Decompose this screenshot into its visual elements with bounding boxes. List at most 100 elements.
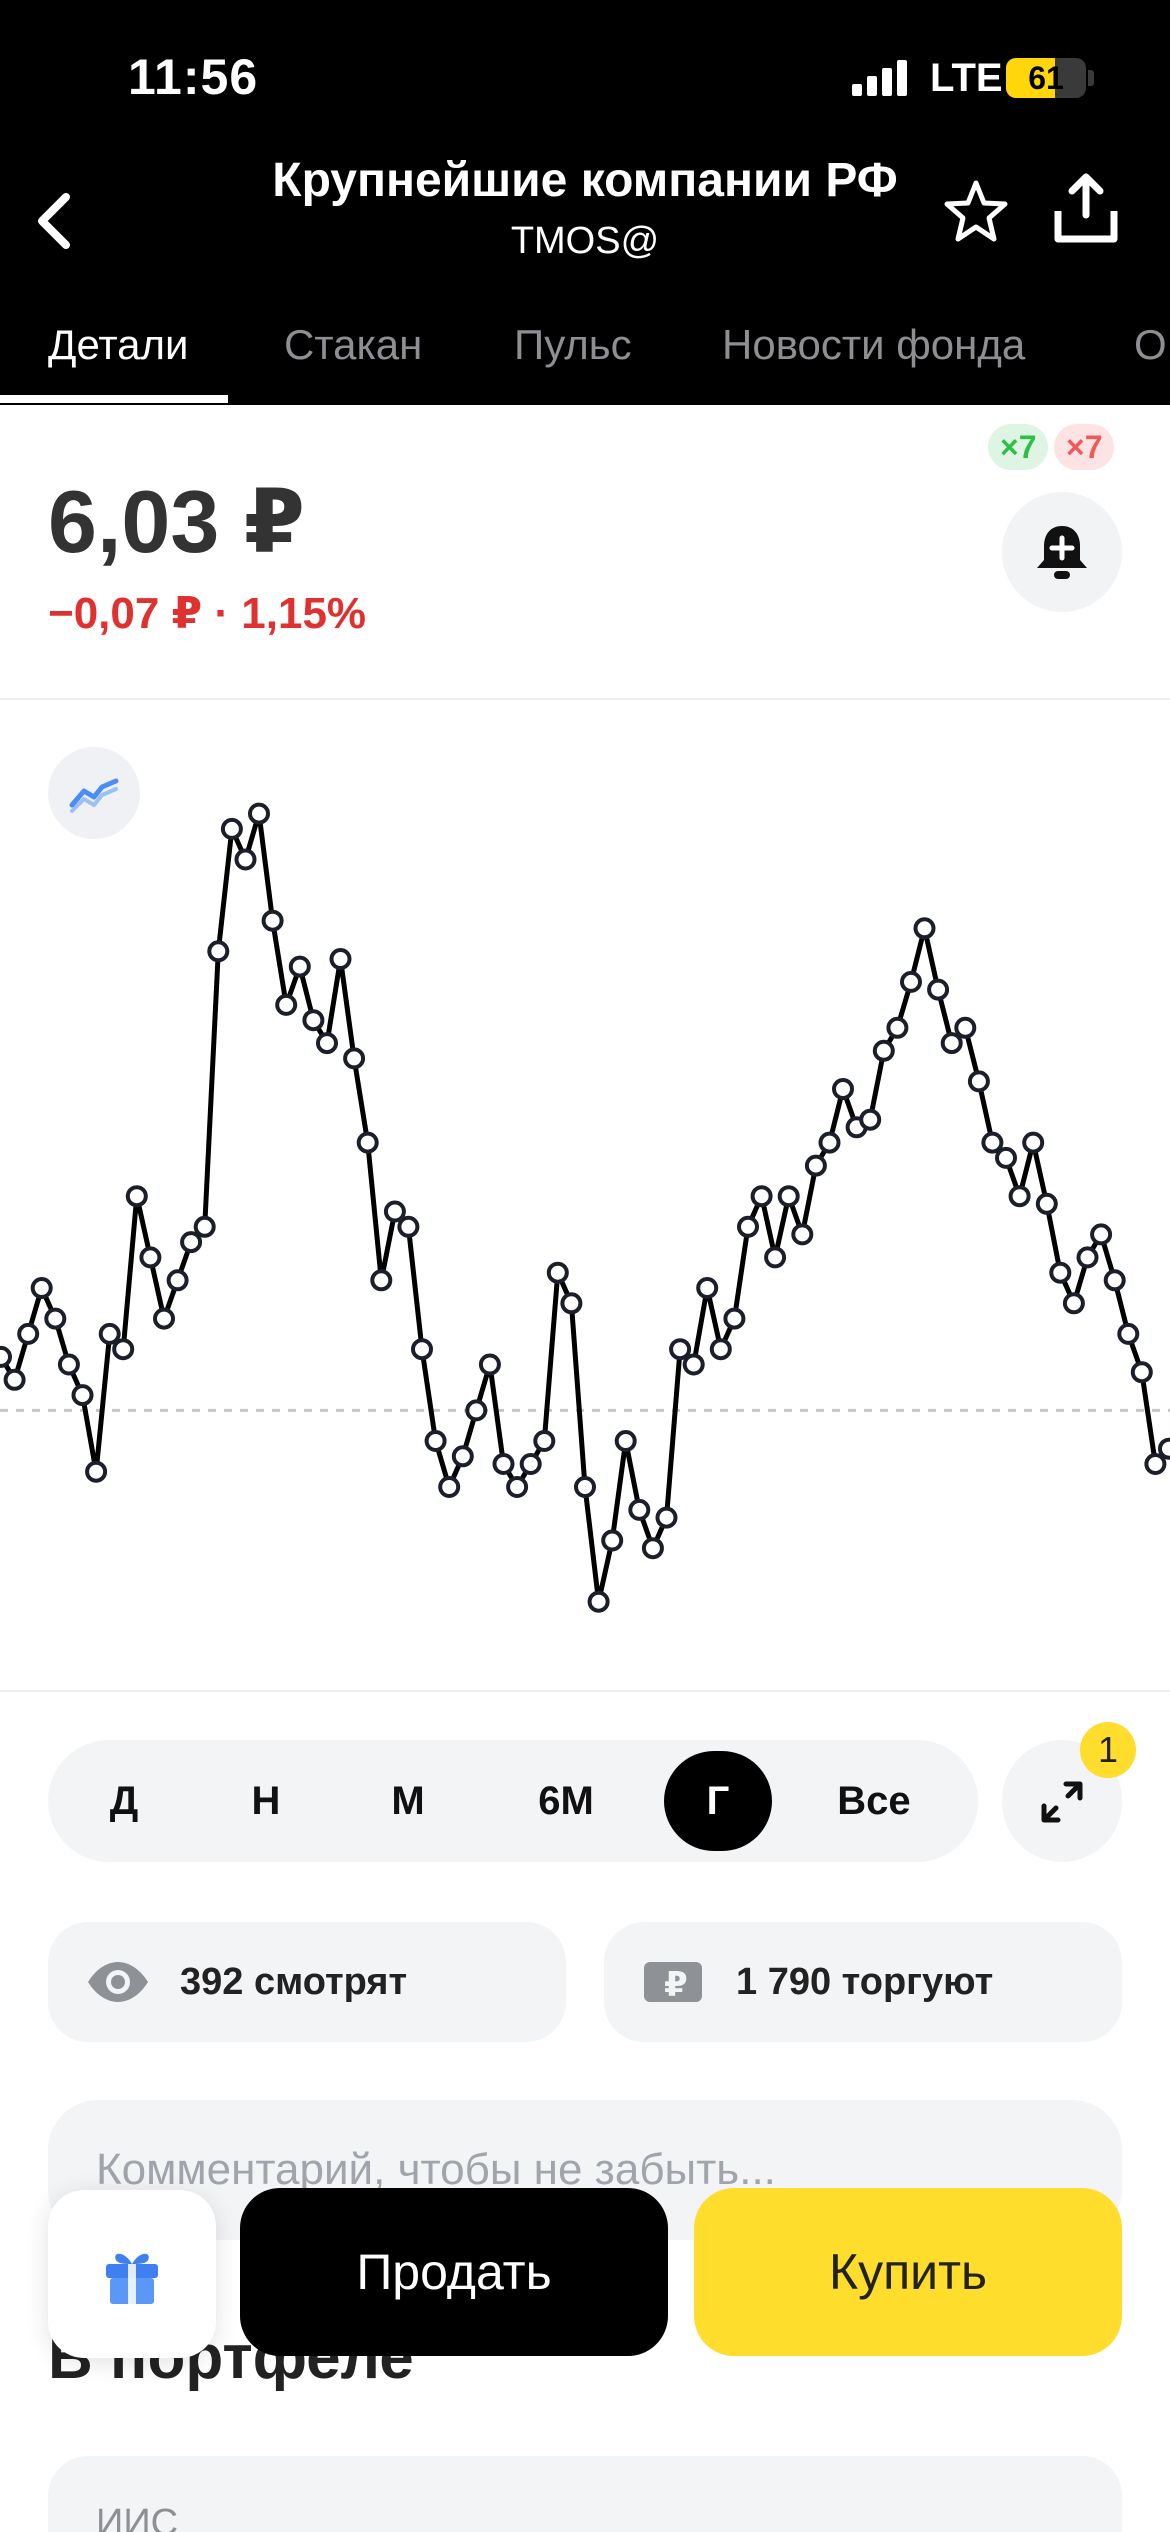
data-point — [519, 1453, 542, 1475]
data-point — [98, 1322, 121, 1345]
favorite-button[interactable] — [940, 175, 1012, 247]
data-point — [791, 1223, 814, 1246]
data-point — [207, 940, 230, 963]
period-6m[interactable]: 6М — [512, 1751, 620, 1851]
data-point — [153, 1307, 175, 1330]
period-month[interactable]: М — [354, 1751, 462, 1851]
eye-icon — [88, 1962, 148, 2002]
data-point — [248, 802, 270, 825]
data-point — [139, 1246, 162, 1269]
data-point — [1022, 1131, 1045, 1154]
svg-text:₽: ₽ — [664, 1965, 688, 2005]
divider — [0, 1690, 1170, 1692]
data-point — [859, 1108, 882, 1131]
buy-button[interactable]: Купить — [694, 2188, 1122, 2356]
active-tab-indicator — [0, 395, 228, 403]
data-point — [17, 1322, 40, 1345]
tab-order-book[interactable]: Стакан — [284, 305, 422, 405]
data-point — [641, 1537, 664, 1560]
bell-plus-icon — [1037, 526, 1087, 579]
data-point — [397, 1215, 420, 1238]
add-alert-button[interactable] — [1002, 492, 1122, 612]
data-point — [30, 1277, 53, 1299]
data-point — [180, 1231, 203, 1254]
data-point — [261, 909, 284, 932]
data-point — [316, 1032, 338, 1055]
share-icon — [1054, 173, 1118, 243]
share-button[interactable] — [1050, 169, 1122, 249]
ruble-card-icon: ₽ — [644, 1962, 702, 2005]
data-point — [329, 948, 352, 970]
data-point — [587, 1590, 610, 1613]
data-point — [1062, 1292, 1085, 1315]
period-week[interactable]: Н — [212, 1751, 320, 1851]
data-point — [1035, 1192, 1058, 1215]
line-chart-icon — [69, 778, 119, 813]
data-point — [832, 1078, 854, 1100]
data-point — [750, 1185, 773, 1208]
network-label: LTE — [930, 56, 1003, 100]
sell-button[interactable]: Продать — [240, 2188, 668, 2356]
battery-icon: 61 — [1006, 58, 1086, 98]
data-point — [682, 1353, 705, 1376]
watchers-stat: 392 смотрят — [48, 1922, 566, 2042]
tab-pulse[interactable]: Пульс — [514, 305, 632, 405]
data-point — [288, 955, 311, 978]
current-price: 6,03 ₽ — [48, 472, 305, 571]
data-point — [614, 1430, 637, 1452]
data-point — [478, 1353, 501, 1376]
data-point — [777, 1185, 800, 1208]
price-chart[interactable] — [0, 700, 1170, 1690]
data-point — [764, 1246, 787, 1269]
tab-about[interactable]: О — [1134, 305, 1167, 405]
data-point — [275, 993, 298, 1016]
data-point — [112, 1338, 135, 1361]
data-point — [302, 1009, 325, 1032]
data-point — [886, 1016, 909, 1039]
data-point — [1103, 1269, 1126, 1292]
data-point — [804, 1154, 827, 1177]
price-change: −0,07 ₽ · 1,15% — [48, 589, 367, 638]
data-point — [723, 1307, 746, 1330]
tab-bar: Детали Стакан Пульс Новости фонда О — [0, 305, 1170, 405]
battery-cap — [1088, 70, 1094, 86]
traders-count: 1 790 торгуют — [736, 1961, 994, 2003]
data-point — [954, 1016, 977, 1039]
data-point — [57, 1353, 80, 1376]
notification-badge: 1 — [1080, 1722, 1136, 1778]
data-point — [465, 1399, 488, 1422]
data-point — [220, 817, 243, 840]
period-day[interactable]: Д — [70, 1751, 178, 1851]
data-point — [940, 1032, 963, 1055]
signal-icon — [852, 60, 910, 96]
gift-button[interactable] — [48, 2190, 216, 2358]
account-card[interactable]: ИИС — [48, 2456, 1122, 2532]
data-point — [411, 1338, 433, 1361]
data-point — [383, 1200, 406, 1223]
data-point — [1117, 1322, 1140, 1345]
data-point — [125, 1185, 148, 1208]
chart-canvas — [0, 802, 1170, 1613]
data-point — [669, 1338, 692, 1361]
data-point — [709, 1338, 732, 1361]
data-point — [900, 970, 922, 993]
data-point — [85, 1460, 108, 1483]
tab-fund-news[interactable]: Новости фонда — [722, 305, 1025, 405]
data-point — [601, 1529, 624, 1552]
data-point — [560, 1292, 583, 1315]
badge-down: ×7 — [1054, 424, 1115, 470]
data-point — [628, 1498, 651, 1521]
chart-type-button[interactable] — [48, 747, 140, 839]
data-point — [1076, 1246, 1099, 1269]
data-point — [3, 1368, 26, 1391]
data-point — [356, 1131, 379, 1154]
watchers-count: 392 смотрят — [180, 1961, 408, 2003]
battery-percent: 61 — [1028, 60, 1064, 96]
data-point — [967, 1070, 990, 1093]
data-point — [166, 1269, 189, 1292]
period-year[interactable]: Г — [664, 1751, 772, 1851]
tab-details[interactable]: Детали — [48, 305, 189, 405]
gift-icon — [106, 2253, 158, 2304]
period-all[interactable]: Все — [820, 1751, 928, 1851]
data-point — [1144, 1453, 1167, 1475]
